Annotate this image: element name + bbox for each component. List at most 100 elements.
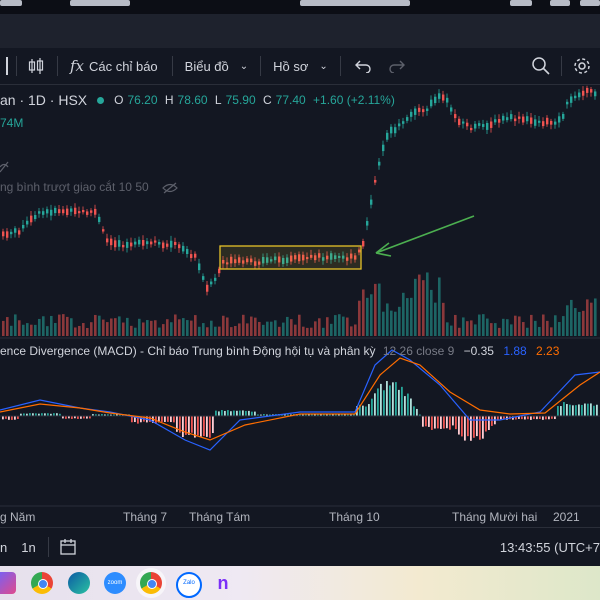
candle (42, 211, 45, 215)
visibility-icon[interactable] (0, 160, 10, 178)
candle (66, 208, 69, 215)
volume-bar (34, 324, 37, 336)
volume-bar (142, 322, 145, 336)
candle (118, 240, 121, 247)
volume-bar (246, 323, 249, 336)
volume-bars (2, 272, 597, 336)
candle-icon (28, 58, 44, 74)
volume-bar (474, 324, 477, 336)
candle (394, 127, 397, 134)
candle (98, 216, 101, 223)
macd-hist-bar (374, 393, 376, 416)
macd-hist-bar (167, 416, 169, 422)
undo-button[interactable] (354, 59, 371, 73)
time-axis[interactable]: g Năm Tháng 7 Tháng Tám Tháng 10 Tháng M… (0, 510, 600, 526)
volume-bar (82, 323, 85, 336)
macd-hist-bar (578, 404, 580, 416)
app-icon[interactable] (0, 572, 16, 594)
candle-style-button[interactable] (27, 57, 45, 75)
macd-hist-bar (383, 390, 385, 416)
tab-stub[interactable] (510, 0, 532, 6)
candle (94, 208, 97, 215)
macd-hist-bar (200, 416, 202, 437)
volume-bar (158, 327, 161, 336)
zalo-icon[interactable]: Zalo (176, 572, 202, 598)
volume-bar (402, 292, 405, 336)
volume-bar (506, 319, 509, 336)
candle (170, 240, 173, 248)
tab-stub[interactable] (580, 0, 600, 6)
chrome-active-icon[interactable] (140, 572, 162, 594)
volume-bar (98, 315, 101, 336)
candle (390, 126, 393, 134)
candle (530, 117, 533, 124)
candle (126, 241, 129, 248)
volume-bar (70, 318, 73, 336)
tab-stub[interactable] (300, 0, 410, 6)
candle (26, 220, 29, 225)
settings-button[interactable] (572, 56, 592, 76)
clock-timezone[interactable]: 13:43:55 (UTC+7 (500, 540, 600, 555)
tab-stub[interactable] (550, 0, 570, 6)
time-axis-label: Tháng Mười hai (452, 510, 538, 524)
ma-cross-indicator-label[interactable]: ng bình trượt giao cắt 10 50 (0, 180, 178, 194)
candle (162, 242, 165, 249)
candle (498, 119, 501, 123)
goto-date-icon[interactable] (59, 538, 77, 556)
bottom-toolbar: n 1n 13:43:55 (UTC+7 (0, 527, 600, 566)
macd-hist-bar (365, 406, 367, 416)
macd-hist-bar (251, 411, 253, 416)
macd-hist-bar (164, 416, 166, 422)
macd-hist-bar (593, 405, 595, 416)
indicators-button[interactable]: fx Các chỉ báo (70, 57, 158, 75)
volume-bar (26, 323, 29, 336)
quick-search-button[interactable] (531, 56, 551, 76)
zoom-icon[interactable]: zoom (104, 572, 126, 594)
redo-button[interactable] (389, 59, 405, 73)
volume-bar (362, 289, 365, 336)
volume-bar (438, 277, 441, 336)
edge-icon[interactable] (68, 572, 90, 594)
app-n-icon[interactable]: n (212, 572, 234, 594)
chart-type-dropdown[interactable]: Biểu đồ ⌄ (185, 59, 248, 74)
volume-bar (238, 323, 241, 336)
eye-off-icon[interactable] (162, 182, 178, 194)
price-chart[interactable] (0, 85, 600, 525)
macd-hist-bar (248, 410, 250, 416)
tab-stub[interactable] (0, 0, 22, 6)
volume-bar (50, 315, 53, 336)
volume-bar (566, 305, 569, 336)
macd-hist-bar (218, 411, 220, 416)
consolidation-highlight-box[interactable] (219, 245, 362, 270)
macd-hist-bar (569, 404, 571, 416)
chrome-icon[interactable] (31, 572, 53, 594)
macd-hist-bar (8, 416, 10, 420)
volume-bar (458, 327, 461, 336)
toolbar-left-edge (0, 57, 8, 75)
candle (50, 209, 53, 216)
annotation-arrow[interactable] (375, 215, 475, 257)
macd-hist-bar (473, 416, 475, 438)
volume-bar (518, 316, 521, 336)
tab-stub[interactable] (70, 0, 130, 6)
volume-bar (62, 314, 65, 336)
volume-bar (222, 315, 225, 336)
close-value: 77.40 (275, 93, 306, 107)
candle (554, 121, 557, 125)
volume-bar (350, 326, 353, 336)
macd-indicator-label[interactable]: ence Divergence (MACD) - Chỉ báo Trung b… (0, 344, 559, 358)
profile-dropdown[interactable]: Hồ sơ ⌄ (273, 59, 328, 74)
candle (558, 116, 561, 123)
volume-bar (514, 315, 517, 336)
symbol-title[interactable]: an · 1D · HSX (0, 92, 87, 108)
macd-hist-bar (464, 416, 466, 441)
macd-hist-bar (434, 416, 436, 429)
volume-bar (594, 298, 597, 336)
macd-hist-bar (557, 406, 559, 416)
range-button[interactable]: n (0, 540, 7, 555)
volume-bar (538, 326, 541, 336)
range-button[interactable]: 1n (21, 540, 35, 555)
candle (386, 132, 389, 140)
candle (6, 231, 9, 238)
toolbar-divider (561, 56, 562, 76)
